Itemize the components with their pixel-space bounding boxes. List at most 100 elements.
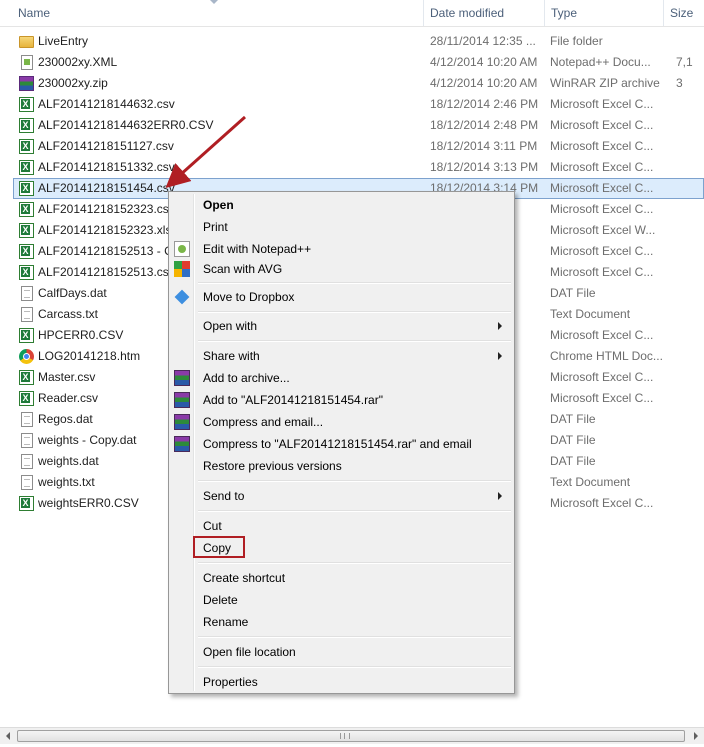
file-type: Microsoft Excel W... [550,223,656,237]
winrar-zip-icon [19,76,34,91]
excel-file-icon [19,202,34,217]
menu-item-open[interactable]: Open [169,194,514,216]
excel-file-icon [19,496,34,511]
file-name: ALF20141218152323.xlsx [38,223,178,237]
menu-item-label: Add to "ALF20141218151454.rar" [203,393,383,407]
excel-file-icon [19,118,34,133]
file-row[interactable]: ALF20141218144632ERR0.CSV 18/12/2014 2:48… [0,115,704,136]
file-name: weights.dat [38,454,99,468]
menu-item-properties[interactable]: Properties [169,671,514,693]
file-name: Master.csv [38,370,96,384]
file-date-modified: 18/12/2014 2:48 PM [430,118,539,132]
avg-antivirus-icon [174,261,190,277]
column-header-size[interactable]: Size [664,0,704,26]
scrollbar-thumb[interactable] [17,730,685,742]
file-date-modified: 4/12/2014 10:20 AM [430,55,538,69]
file-type: DAT File [550,454,596,468]
file-name: ALF20141218151454.csv [38,181,175,195]
winrar-icon [174,392,190,408]
file-name: ALF20141218151332.csv [38,160,175,174]
file-size: 3 [676,76,683,90]
menu-item-compress-rar-email[interactable]: Compress to "ALF20141218151454.rar" and … [169,433,514,455]
dropbox-icon [174,289,190,305]
file-row[interactable]: ALF20141218144632.csv 18/12/2014 2:46 PM M… [0,94,704,115]
file-row[interactable]: LiveEntry 28/11/2014 12:35 ... File folder [0,31,704,52]
file-name: ALF20141218152323.csv [38,202,175,216]
document-icon [21,412,33,427]
menu-item-add-archive[interactable]: Add to archive... [169,367,514,389]
scroll-left-button[interactable] [0,728,17,744]
menu-item-label: Add to archive... [203,371,290,385]
grip-icon [340,733,350,739]
file-row[interactable]: 230002xy.zip 4/12/2014 10:20 AM WinRAR ZIP… [0,73,704,94]
menu-item-label: Print [203,220,228,234]
file-name: Regos.dat [38,412,93,426]
file-name: CalfDays.dat [38,286,107,300]
context-menu: Open Print Edit with Notepad++ Scan with… [168,191,515,694]
excel-file-icon [19,223,34,238]
excel-file-icon [19,391,34,406]
menu-item-scan-avg[interactable]: Scan with AVG [169,258,514,280]
menu-item-open-location[interactable]: Open file location [169,641,514,663]
menu-separator [198,510,511,512]
column-header-date[interactable]: Date modified [424,0,544,26]
file-date-modified: 4/12/2014 10:20 AM [430,76,538,90]
file-date-modified: 18/12/2014 3:11 PM [430,139,538,153]
excel-file-icon [19,328,34,343]
menu-item-print[interactable]: Print [169,216,514,238]
file-name: HPCERR0.CSV [38,328,124,342]
menu-item-compress-email[interactable]: Compress and email... [169,411,514,433]
file-name: weights.txt [38,475,95,489]
menu-item-label: Compress to "ALF20141218151454.rar" and … [203,437,472,451]
menu-item-label: Send to [203,489,245,503]
menu-separator [198,480,511,482]
file-size: 7,1 [676,55,693,69]
excel-file-icon [19,265,34,280]
column-header-type[interactable]: Type [545,0,663,26]
submenu-arrow-icon [498,352,502,360]
horizontal-scrollbar[interactable] [0,727,704,744]
menu-separator [198,340,511,342]
winrar-icon [174,414,190,430]
menu-item-cut[interactable]: Cut [169,515,514,537]
menu-item-restore-versions[interactable]: Restore previous versions [169,455,514,477]
menu-item-open-with[interactable]: Open with [169,315,514,337]
file-type: Text Document [550,475,631,489]
file-type: Microsoft Excel C... [550,265,654,279]
menu-item-label: Rename [203,615,249,629]
menu-separator [198,562,511,564]
file-name: Carcass.txt [38,307,99,321]
file-name: ALF20141218144632ERR0.CSV [38,118,214,132]
file-name: Reader.csv [38,391,99,405]
file-name: 230002xy.zip [38,76,108,90]
file-date-modified: 18/12/2014 2:46 PM [430,97,539,111]
column-header-bar: Name Date modified Type Size [0,0,704,27]
menu-item-create-shortcut[interactable]: Create shortcut [169,567,514,589]
file-row[interactable]: 230002xy.XML 4/12/2014 10:20 AM Notepad++ … [0,52,704,73]
scroll-right-button[interactable] [687,728,704,744]
copy-highlight-annotation [193,536,245,558]
excel-file-icon [19,181,34,196]
file-date-modified: 18/12/2014 3:13 PM [430,160,539,174]
menu-item-label: Properties [203,675,258,689]
menu-item-send-to[interactable]: Send to [169,485,514,507]
file-type: Microsoft Excel C... [550,496,654,510]
document-icon [21,475,33,490]
menu-item-add-rar[interactable]: Add to "ALF20141218151454.rar" [169,389,514,411]
excel-file-icon [19,97,34,112]
menu-item-delete[interactable]: Delete [169,589,514,611]
document-icon [21,307,33,322]
file-row[interactable]: ALF20141218151127.csv 18/12/2014 3:11 PM M… [0,136,704,157]
menu-separator [198,636,511,638]
file-type: DAT File [550,286,596,300]
menu-item-rename[interactable]: Rename [169,611,514,633]
winrar-icon [174,436,190,452]
menu-item-move-dropbox[interactable]: Move to Dropbox [169,286,514,308]
excel-file-icon [19,370,34,385]
column-header-name[interactable]: Name [12,0,420,26]
menu-item-share-with[interactable]: Share with [169,345,514,367]
file-row[interactable]: ALF20141218151332.csv 18/12/2014 3:13 PM M… [0,157,704,178]
menu-item-edit-notepad[interactable]: Edit with Notepad++ [169,238,514,260]
file-name: weightsERR0.CSV [38,496,139,510]
file-type: Microsoft Excel C... [550,328,654,342]
